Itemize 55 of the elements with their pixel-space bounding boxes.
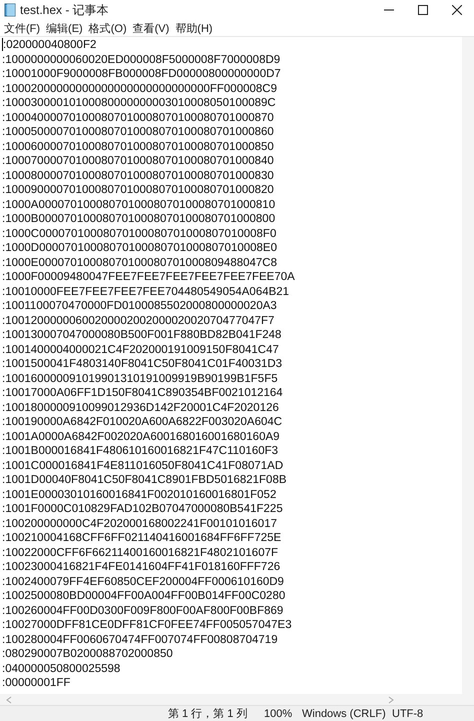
text-line: :1001800000910099012936D142F20001C4F2020126 bbox=[2, 400, 280, 415]
text-line: :040000050800025598 bbox=[2, 662, 122, 676]
text-line: :10001000F9000008FB000008FD00000800000000D7 bbox=[2, 67, 282, 82]
text-line: :10022000CFF6F66211400160016821F4802101607F bbox=[2, 546, 280, 560]
text-line: :1001A0000A6842F002020A600168016001680160A9 bbox=[2, 430, 281, 444]
text-line: :1001200000060020000200200002002070477047F7 bbox=[2, 314, 276, 328]
text-line: :100130007047000080B500F001F880BD82B041F248 bbox=[2, 328, 282, 342]
text-line: :100280004FF0060670474FF007074FF00808704719 bbox=[2, 632, 279, 647]
text-line: :100050000701000807010008070100080701000860 bbox=[2, 125, 275, 140]
text-line: :1000C00007010008070100080701000807010008F0 bbox=[2, 226, 278, 241]
text-line: :100260004FF00D0300F009F800F00AF800F00BF869 bbox=[2, 604, 284, 618]
menu-item[interactable]: 文件(F) bbox=[4, 20, 40, 36]
text-line: :1001500041F4803140F8041C50F8041C01F40031D3 bbox=[2, 357, 284, 372]
text-line: :100080000701000807010008070100080701000830 bbox=[2, 168, 275, 183]
text-line: :1001D00040F8041C50F8041C8901FBD5016821F08B bbox=[2, 473, 288, 488]
text-line: :1000B0000701000807010008070100080701000800 bbox=[2, 212, 276, 226]
text-line: :100090000701000807010008070100080701000820 bbox=[2, 183, 275, 198]
text-line: :1001B000016841F480610160016821F47C110160F3 bbox=[2, 444, 280, 458]
text-line: :10010000FEE7FEE7FEE7FEE704480549054A064B21 bbox=[2, 284, 290, 299]
text-line: :080290007B0200088702000850 bbox=[2, 647, 174, 662]
text-line: :1002500080BD00004FF00A004FF00B014FF00C0280 bbox=[2, 589, 286, 604]
text-line: :1000F00009480047FEE7FEE7FEE7FEE7FEE7FEE70A bbox=[2, 270, 296, 284]
window-title: test.hex - 记事本 bbox=[20, 2, 110, 18]
text-line: :10003000010100080000000003010008050100089C bbox=[2, 96, 277, 110]
text-line: :1000A0000701000807010008070100080701000810 bbox=[2, 198, 276, 212]
text-line: :020000040800F2 bbox=[2, 38, 98, 52]
text-line: :100070000701000807010008070100080701000840 bbox=[2, 154, 275, 168]
text-line: :10017000A06FF1D150F8041C890354BF0021012164 bbox=[2, 386, 284, 400]
text-line: :1002400079FF4EF60850CEF200004FF000610160D9 bbox=[2, 574, 285, 589]
text-line: :100060000701000807010008070100080701000850 bbox=[2, 140, 275, 154]
text-line: :10027000DFF81CE0DFF81CF0FEE74FF005057047E3 bbox=[2, 618, 293, 632]
menu-item[interactable]: 帮助(H) bbox=[175, 20, 213, 36]
text-line: :1001400004000021C4F202000191009150F8041C47 bbox=[2, 342, 280, 357]
text-line: :1001F0000C010829FAD102B07047000080B541F225 bbox=[2, 502, 284, 516]
text-line: :100200000000C4F202000168002241F00101016017 bbox=[2, 516, 278, 531]
text-line: :10023000416821F4FE0141604FF41F018160FFF726 bbox=[2, 560, 282, 574]
status-item: 第 1 行，第 1 列 bbox=[168, 707, 248, 721]
text-line: :1000000000060020ED000008F5000008F7000008D9 bbox=[2, 52, 282, 67]
status-item: UTF-8 bbox=[392, 708, 424, 720]
status-item: 100% bbox=[264, 708, 294, 720]
text-line: :1001100070470000FD0100085502000800000020A3 bbox=[2, 299, 278, 314]
text-line: :100190000A6842F010020A600A6822F003020A604C bbox=[2, 415, 284, 430]
text-line: :1000E00007010008070100080701000809488047C8 bbox=[2, 256, 278, 270]
text-line: :10002000000000000000000000000000FF000008C9 bbox=[2, 82, 278, 96]
text-line: :100160000091019901310191009919B90199B1F5F5 bbox=[2, 372, 279, 386]
text-line: :00000001FF bbox=[2, 676, 72, 690]
text-line: :1000D00007010008070100080701000807010008E0 bbox=[2, 241, 278, 256]
text-line: :100210004168CFF6FF021140416001684FF6FF725E bbox=[2, 531, 282, 546]
menu-item[interactable]: 查看(V) bbox=[132, 20, 170, 36]
text-line: :1001E00003010160016841F002010160016801F052 bbox=[2, 488, 278, 502]
text-line: :1001C000016841F4E811016050F8041C41F08071AD bbox=[2, 458, 284, 473]
menu-item[interactable]: 格式(O) bbox=[88, 20, 127, 36]
text-line: :100040000701000807010008070100080701000870 bbox=[2, 110, 275, 125]
menu-item[interactable]: 编辑(E) bbox=[46, 20, 83, 36]
status-item: Windows (CRLF) bbox=[302, 708, 387, 720]
